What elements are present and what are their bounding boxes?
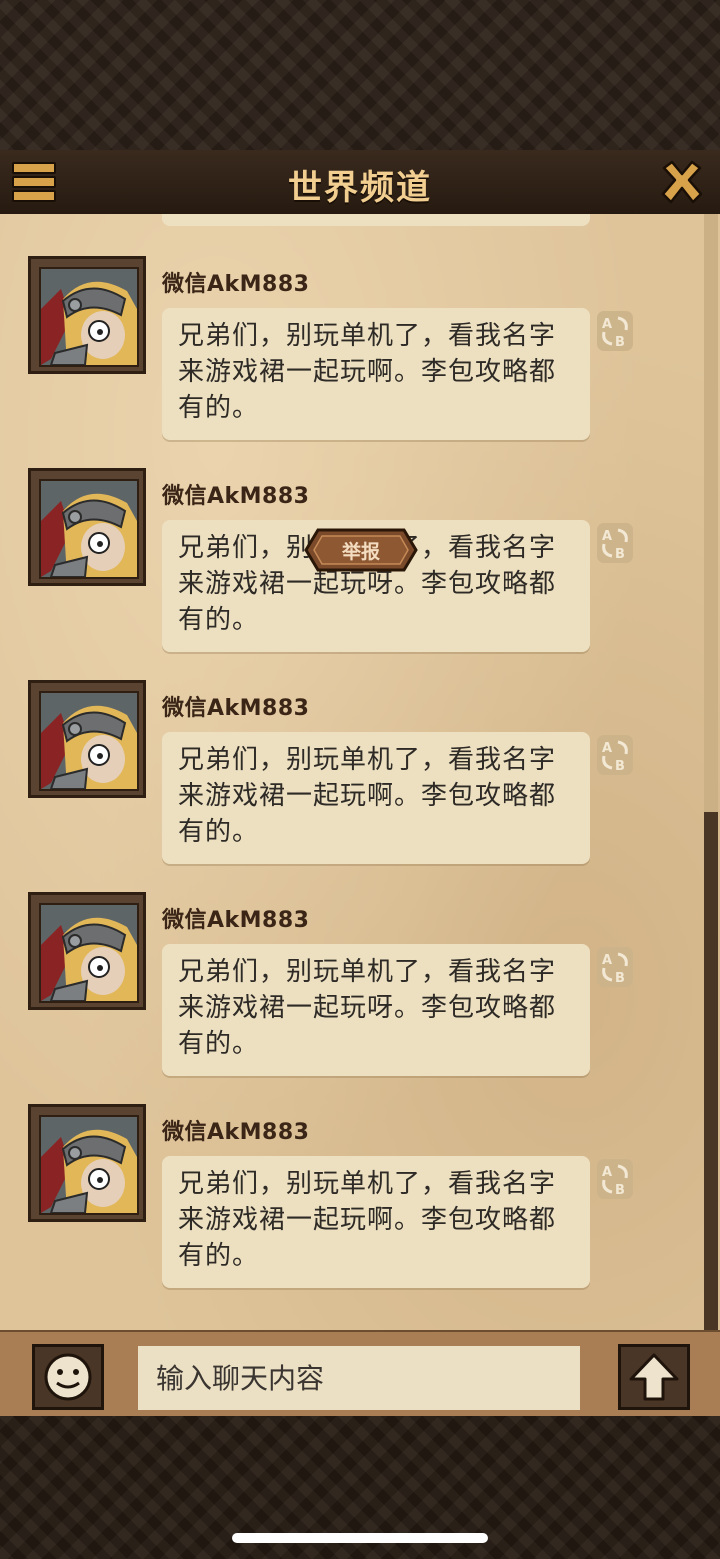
chat-input[interactable] (138, 1346, 580, 1410)
translate-button[interactable]: A B (596, 1158, 634, 1200)
close-button[interactable] (658, 158, 706, 206)
chat-message: 微信AkM883 兄弟们，别玩单机了，看我名字来游戏裙一起玩呀。李包攻略都有的。… (0, 852, 700, 1076)
avatar[interactable] (28, 1104, 146, 1222)
avatar[interactable] (28, 892, 146, 1010)
page-title: 世界频道 (288, 168, 432, 208)
up-arrow-icon (629, 1353, 679, 1401)
message-text: 兄弟们，别玩单机了，看我名字来游戏裙一起玩啊。李包攻略都有的。 (178, 745, 557, 847)
svg-text:A: A (602, 1165, 612, 1180)
chat-message: 微信AkM883 兄弟们，别玩单机了，看我名字来游戏裙一起玩啊。李包攻略都有的。… (0, 640, 700, 864)
message-text: 兄弟们，别玩单机了，看我名字来游戏裙一起玩啊。李包攻略都有的。 (178, 1169, 557, 1271)
close-icon (661, 160, 703, 204)
character-portrait-icon (41, 1117, 137, 1213)
translate-icon: A B (597, 523, 633, 563)
top-decorative-band (0, 0, 720, 150)
send-button[interactable] (618, 1344, 690, 1410)
avatar[interactable] (28, 680, 146, 798)
svg-text:A: A (602, 529, 612, 544)
svg-text:A: A (602, 741, 612, 756)
report-label: 举报 (341, 541, 380, 563)
translate-button[interactable]: A B (596, 946, 634, 988)
message-username[interactable]: 微信AkM883 (162, 690, 309, 722)
translate-button[interactable]: A B (596, 310, 634, 352)
avatar[interactable] (28, 256, 146, 374)
chat-input-bar (0, 1330, 720, 1420)
report-button[interactable]: 举报 (304, 528, 418, 572)
scrollbar-thumb[interactable] (704, 812, 718, 1330)
emoji-button[interactable] (32, 1344, 104, 1410)
translate-button[interactable]: A B (596, 522, 634, 564)
character-portrait-icon (41, 905, 137, 1001)
translate-icon: A B (597, 947, 633, 987)
translate-icon: A B (597, 311, 633, 351)
message-bubble[interactable]: 兄弟们，别玩单机了，看我名字来游戏裙一起玩啊。李包攻略都有的。 (162, 308, 590, 440)
translate-icon: A B (597, 1159, 633, 1199)
message-text: 兄弟们，别玩单机了，看我名字来游戏裙一起玩啊。李包攻略都有的。 (178, 321, 557, 423)
message-bubble[interactable]: 兄弟们，别玩单机了，看我名字来游戏裙一起玩啊。李包攻略都有的。 (162, 1156, 590, 1288)
translate-icon: A B (597, 735, 633, 775)
character-portrait-icon (41, 269, 137, 365)
avatar[interactable] (28, 468, 146, 586)
message-username[interactable]: 微信AkM883 (162, 478, 309, 510)
chat-message: 微信AkM883 兄弟们，别玩单机了，看我名字来游戏裙一起玩啊。李包攻略都有的。… (0, 1064, 700, 1288)
message-username[interactable]: 微信AkM883 (162, 266, 309, 298)
svg-text:B: B (615, 335, 625, 350)
chat-message-list[interactable]: 微信AkM883 兄弟们，别玩单机了，看我名字来游戏裙一起玩啊。李包攻略都有的。… (0, 214, 720, 1330)
translate-button[interactable]: A B (596, 734, 634, 776)
message-bubble[interactable]: 兄弟们，别玩单机了，看我名字来游戏裙一起玩呀。李包攻略都有的。 (162, 944, 590, 1076)
svg-text:B: B (615, 547, 625, 562)
home-indicator[interactable] (232, 1533, 488, 1543)
svg-text:B: B (615, 759, 625, 774)
svg-text:B: B (615, 1183, 625, 1198)
message-bubble[interactable]: 兄弟们，别玩单机了，看我名字来游戏裙一起玩啊。李包攻略都有的。 (162, 732, 590, 864)
message-username[interactable]: 微信AkM883 (162, 1114, 309, 1146)
chat-header: 世界频道 (0, 150, 720, 217)
svg-text:A: A (602, 953, 612, 968)
character-portrait-icon (41, 481, 137, 577)
chat-message: 微信AkM883 兄弟们，别玩单机了，看我名字来游戏裙一起玩啊。李包攻略都有的。… (0, 216, 700, 440)
message-text: 兄弟们，别玩单机了，看我名字来游戏裙一起玩呀。李包攻略都有的。 (178, 957, 557, 1059)
svg-text:B: B (615, 971, 625, 986)
character-portrait-icon (41, 693, 137, 789)
smiley-icon (44, 1353, 92, 1401)
svg-text:A: A (602, 317, 612, 332)
message-username[interactable]: 微信AkM883 (162, 902, 309, 934)
